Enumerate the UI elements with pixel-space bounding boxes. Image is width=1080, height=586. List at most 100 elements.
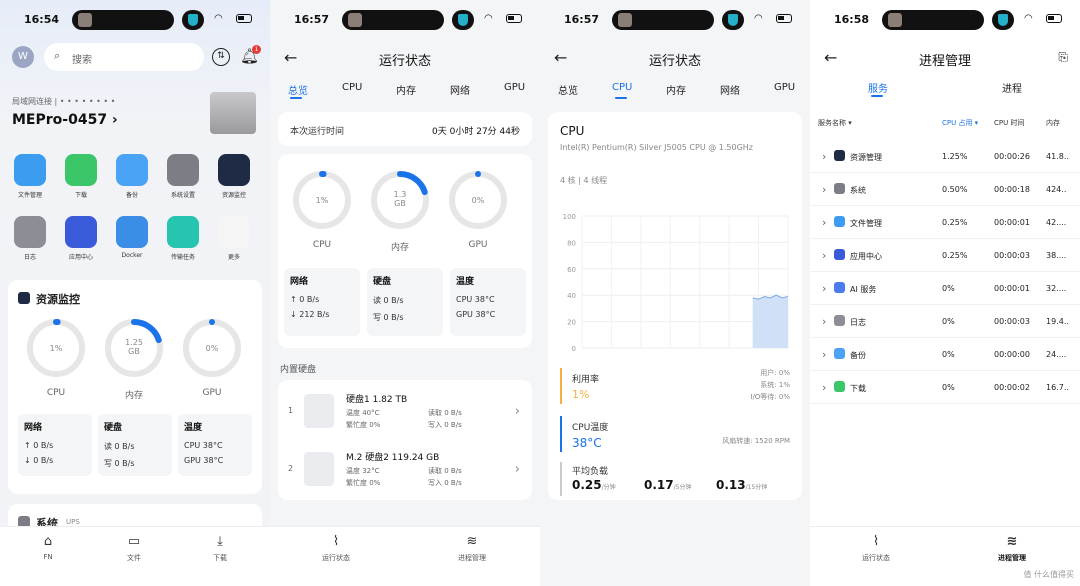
app-more[interactable]: 更多 — [209, 216, 259, 261]
col-mem[interactable]: 内存 — [1046, 118, 1060, 128]
gauge-label: CPU — [312, 240, 332, 250]
col-cpu[interactable]: CPU 占用 ▾ — [942, 118, 978, 128]
disk-write: 写入 0 B/s — [428, 421, 462, 429]
tab-network[interactable]: 网络 — [720, 82, 740, 97]
device-name[interactable]: MEPro-0457 › — [12, 112, 118, 128]
disk-write: 写 0 B/s — [373, 313, 404, 322]
load-value: 0.13 — [716, 478, 746, 492]
load-unit: /5分钟 — [673, 484, 692, 491]
app-label: 下载 — [74, 192, 87, 199]
service-icon — [834, 249, 845, 260]
service-time: 00:00:01 — [994, 284, 1030, 293]
service-icon — [834, 216, 845, 227]
nav-status-label: 运行状态 — [862, 554, 890, 562]
nav-download[interactable]: ⤓ 下载 — [190, 535, 250, 563]
tab-gpu[interactable]: GPU — [504, 82, 525, 93]
service-name: 下载 — [850, 384, 866, 393]
tab-overview[interactable]: 总览 — [288, 82, 308, 99]
cpu-title: CPU — [560, 124, 585, 138]
nav-home[interactable]: ⌂ FN — [18, 534, 78, 562]
disk-busy: 繁忙度 0% — [346, 479, 381, 487]
gauge-label: GPU — [202, 388, 222, 398]
table-row[interactable]: › AI 服务 0% 00:00:01 32.... — [810, 272, 1080, 305]
search-input[interactable]: ⌕ 搜索 — [44, 43, 204, 71]
temp-cpu: CPU 38°C — [184, 441, 223, 450]
app-store[interactable]: 应用中心 — [56, 216, 106, 261]
tab-memory[interactable]: 内存 — [666, 82, 686, 97]
net-down: ↓ 212 B/s — [290, 310, 330, 319]
gauge-label: GPU — [468, 240, 488, 250]
app-label: 系统设置 — [170, 192, 195, 199]
folder-icon: ▭ — [127, 534, 141, 549]
tab-gpu[interactable]: GPU — [774, 82, 795, 93]
table-row[interactable]: › 下载 0% 00:00:02 16.7.. — [810, 371, 1080, 404]
table-row[interactable]: › 文件管理 0.25% 00:00:01 42.... — [810, 206, 1080, 239]
network-title: 网络 — [24, 423, 43, 433]
gauge-内存: 1.25 GB — [102, 316, 166, 380]
table-row[interactable]: › 系统 0.50% 00:00:18 424.. — [810, 173, 1080, 206]
home-icon: ⌂ — [43, 534, 53, 549]
export-icon[interactable]: ⎘ — [1058, 50, 1068, 65]
uptime-label: 本次运行时间 — [290, 127, 345, 137]
tab-services[interactable]: 服务 — [868, 80, 888, 97]
table-row[interactable]: › 备份 0% 00:00:00 24.... — [810, 338, 1080, 371]
network-mini: 网络 ↑ 0 B/s ↓ 212 B/s — [284, 268, 360, 336]
app-monitor[interactable]: 资源监控 — [209, 154, 259, 199]
app-docker[interactable]: Docker — [107, 216, 157, 259]
col-name[interactable]: 服务名称 ▾ — [818, 118, 852, 128]
dynamic-island — [72, 10, 174, 30]
app-folder[interactable]: 文件管理 — [5, 154, 55, 199]
chart-icon: ⌇ — [872, 534, 880, 549]
nav-files[interactable]: ▭ 文件 — [104, 535, 164, 563]
nav-process[interactable]: ≋ 进程管理 — [442, 535, 502, 563]
net-up: ↑ 0 B/s — [290, 295, 320, 304]
load-label: 平均负载 — [572, 467, 609, 477]
resource-monitor-card[interactable]: 资源监控 1% CPU 1.25 GB 内存 0% GPU 网络 ↑ 0 B/s ↓ 0 … — [8, 280, 262, 494]
nav-process[interactable]: ≋ 进程管理 — [982, 535, 1042, 563]
app-log[interactable]: 日志 — [5, 216, 55, 261]
settings-icon — [167, 154, 199, 186]
cpu-usage-chart: 100 80 60 40 20 0 — [563, 213, 789, 353]
tab-services-label: 服务 — [868, 84, 888, 95]
load-value: 0.17 — [644, 478, 674, 492]
app-settings[interactable]: 系统设置 — [158, 154, 208, 199]
disk-row[interactable]: 2 M.2 硬盘2 119.24 GB 温度 32°C 繁忙度 0% 读取 0 B/s 写… — [278, 448, 532, 500]
table-row[interactable]: › 应用中心 0.25% 00:00:03 38.... — [810, 239, 1080, 272]
tab-network[interactable]: 网络 — [450, 82, 470, 97]
tab-processes[interactable]: 进程 — [1002, 80, 1022, 95]
temp-gpu: GPU 38°C — [456, 310, 496, 319]
table-row[interactable]: › 日志 0% 00:00:03 19.4.. — [810, 305, 1080, 338]
col-time[interactable]: CPU 时间 — [994, 118, 1024, 128]
status-screen: 16:57 ◠ ← 运行状态 总览 CPU 内存 网络 GPU 本次运行时间 0… — [270, 0, 540, 586]
app-label: 日志 — [23, 254, 36, 261]
app-label: Docker — [121, 252, 143, 259]
app-transfer[interactable]: 传输任务 — [158, 216, 208, 261]
usage-label: 利用率 — [572, 375, 600, 385]
status-bar: 16:58 ◠ — [810, 8, 1080, 32]
user-avatar[interactable]: W — [12, 46, 34, 68]
nav-status[interactable]: ⌇ 运行状态 — [846, 535, 906, 563]
gauge-gpu: 0% — [180, 316, 244, 380]
tab-overview[interactable]: 总览 — [558, 82, 578, 97]
cpu-cores: 4 核 | 4 线程 — [560, 175, 607, 186]
app-download[interactable]: 下载 — [56, 154, 106, 199]
tab-cpu[interactable]: CPU — [612, 82, 632, 99]
table-row[interactable]: › 资源管理 1.25% 00:00:26 41.8.. — [810, 140, 1080, 173]
process-screen: 16:58 ◠ ← 进程管理 ⎘ 服务 进程 服务名称 ▾ CPU 占用 ▾ C… — [810, 0, 1080, 586]
gauge-value: 0% — [205, 344, 219, 353]
chart-icon: ⌇ — [332, 534, 340, 549]
nav-status[interactable]: ⌇ 运行状态 — [306, 535, 366, 563]
page-title: 运行状态 — [378, 54, 431, 69]
tab-memory[interactable]: 内存 — [396, 82, 416, 97]
y-tick-label: 100 — [563, 213, 576, 221]
sync-icon[interactable]: ⇅ — [212, 48, 230, 66]
cpu-temp-value: 38°C — [572, 436, 602, 450]
service-cpu: 1.25% — [942, 152, 968, 161]
tab-cpu[interactable]: CPU — [342, 82, 362, 93]
app-backup[interactable]: 备份 — [107, 154, 157, 199]
disk-temp: 温度 32°C — [346, 467, 380, 475]
overview-card: 1% CPU 1.3 GB 内存 0% GPU 网络 ↑ 0 B/s ↓ 212 B/s … — [278, 154, 532, 348]
disk-row[interactable]: 1 硬盘1 1.82 TB 温度 40°C 繁忙度 0% 读取 0 B/s 写入 0 B/… — [278, 390, 532, 442]
service-cpu: 0% — [942, 350, 955, 359]
vpn-shield-icon — [722, 10, 744, 30]
